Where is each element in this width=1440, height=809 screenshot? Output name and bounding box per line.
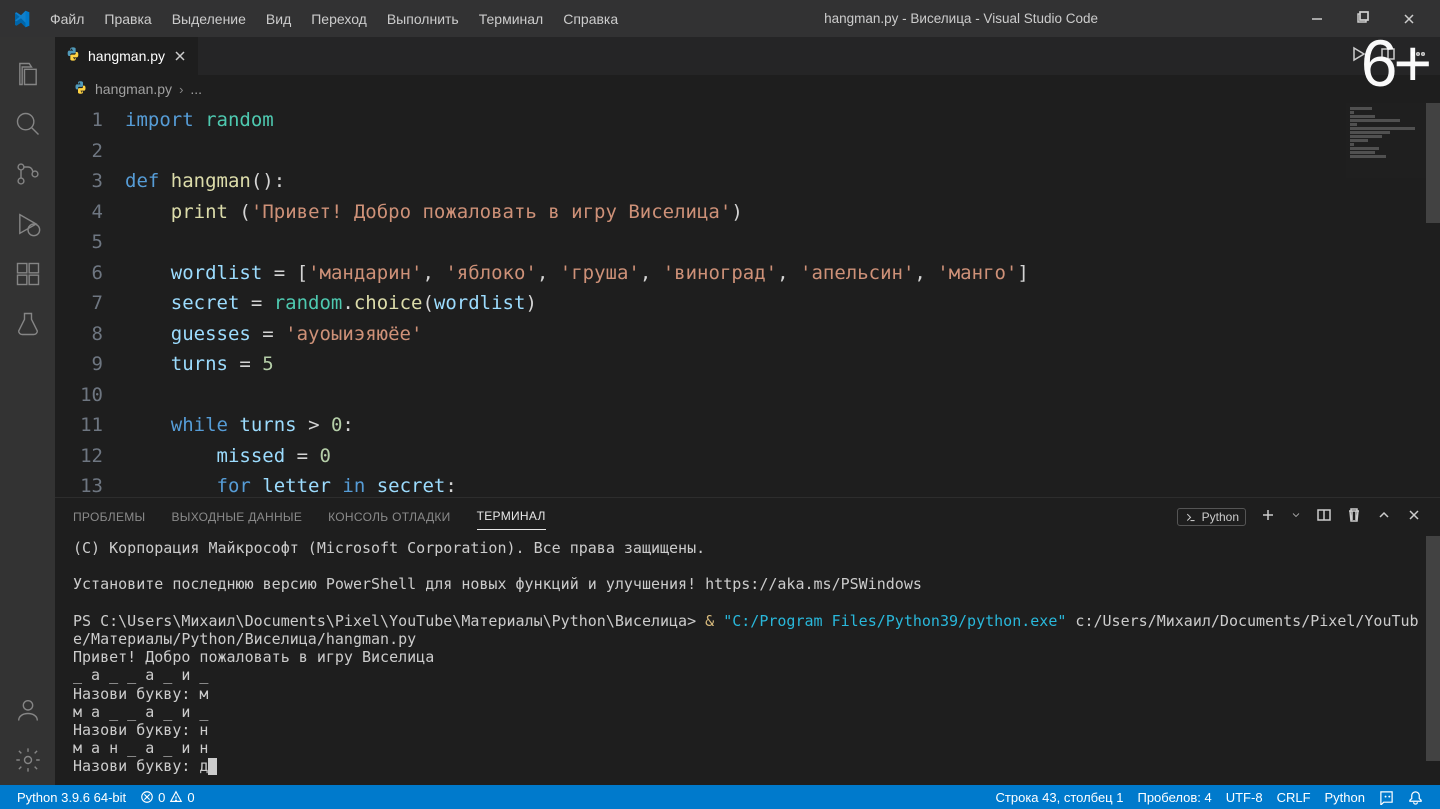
menu-selection[interactable]: Выделение [162, 5, 256, 33]
status-encoding[interactable]: UTF-8 [1219, 790, 1270, 805]
terminal-dropdown-button[interactable] [1290, 509, 1302, 524]
terminal-output[interactable]: (C) Корпорация Майкрософт (Microsoft Cor… [55, 535, 1440, 785]
menu-edit[interactable]: Правка [94, 5, 161, 33]
status-python-version[interactable]: Python 3.9.6 64-bit [10, 790, 133, 805]
extensions-icon[interactable] [3, 249, 53, 299]
close-button[interactable] [1386, 0, 1432, 37]
settings-icon[interactable] [3, 735, 53, 785]
tab-label: hangman.py [88, 48, 165, 64]
window-controls [1294, 0, 1432, 37]
titlebar: Файл Правка Выделение Вид Переход Выполн… [0, 0, 1440, 37]
activity-bar [0, 37, 55, 785]
more-actions-button[interactable] [1410, 46, 1426, 67]
panel-tab-output[interactable]: ВЫХОДНЫЕ ДАННЫЕ [171, 504, 302, 530]
testing-icon[interactable] [3, 299, 53, 349]
tab-close-button[interactable] [172, 48, 188, 64]
minimize-button[interactable] [1294, 0, 1340, 37]
menu-help[interactable]: Справка [553, 5, 628, 33]
tab-hangman[interactable]: hangman.py [55, 37, 198, 75]
panel-tab-debug-console[interactable]: КОНСОЛЬ ОТЛАДКИ [328, 504, 450, 530]
python-file-icon [73, 80, 88, 98]
maximize-icon [1355, 11, 1371, 27]
explorer-icon[interactable] [3, 49, 53, 99]
minimize-icon [1309, 11, 1325, 27]
maximize-button[interactable] [1340, 0, 1386, 37]
close-panel-button[interactable] [1406, 507, 1422, 526]
menu-run[interactable]: Выполнить [377, 5, 469, 33]
breadcrumb-file: hangman.py [95, 81, 172, 97]
status-feedback-button[interactable] [1372, 790, 1401, 805]
status-bar: Python 3.9.6 64-bit 0 0 Строка 43, столб… [0, 785, 1440, 809]
chevron-right-icon: › [179, 82, 183, 97]
bottom-panel: ПРОБЛЕМЫ ВЫХОДНЫЕ ДАННЫЕ КОНСОЛЬ ОТЛАДКИ… [55, 497, 1440, 785]
vscode-logo-icon [12, 10, 30, 28]
maximize-panel-button[interactable] [1376, 507, 1392, 526]
status-indentation[interactable]: Пробелов: 4 [1130, 790, 1218, 805]
terminal-type-selector[interactable]: Python [1177, 508, 1246, 526]
menu-go[interactable]: Переход [301, 5, 377, 33]
menu-bar: Файл Правка Выделение Вид Переход Выполн… [40, 5, 628, 33]
status-cursor-position[interactable]: Строка 43, столбец 1 [989, 790, 1131, 805]
minimap[interactable] [1346, 103, 1426, 178]
breadcrumb[interactable]: hangman.py › ... [55, 75, 1440, 103]
close-icon [1401, 11, 1417, 27]
panel-tab-problems[interactable]: ПРОБЛЕМЫ [73, 504, 145, 530]
menu-terminal[interactable]: Терминал [469, 5, 553, 33]
new-terminal-button[interactable] [1260, 507, 1276, 526]
python-file-icon [65, 46, 81, 65]
menu-view[interactable]: Вид [256, 5, 301, 33]
split-terminal-button[interactable] [1316, 507, 1332, 526]
split-editor-button[interactable] [1380, 46, 1396, 67]
status-eol[interactable]: CRLF [1270, 790, 1318, 805]
status-notifications-button[interactable] [1401, 790, 1430, 805]
accounts-icon[interactable] [3, 685, 53, 735]
run-debug-icon[interactable] [3, 199, 53, 249]
terminal-scrollbar[interactable] [1426, 511, 1440, 761]
status-language[interactable]: Python [1318, 790, 1372, 805]
menu-file[interactable]: Файл [40, 5, 94, 33]
code-editor[interactable]: 12345678910111213 import randomdef hangm… [55, 103, 1440, 497]
panel-tab-terminal[interactable]: ТЕРМИНАЛ [477, 503, 546, 530]
editor-scrollbar[interactable] [1426, 103, 1440, 536]
run-file-button[interactable] [1350, 46, 1366, 67]
close-icon [172, 48, 188, 64]
search-icon[interactable] [3, 99, 53, 149]
breadcrumb-symbol: ... [190, 81, 202, 97]
window-title: hangman.py - Виселица - Visual Studio Co… [628, 11, 1294, 26]
line-gutter: 12345678910111213 [55, 103, 125, 497]
status-problems[interactable]: 0 0 [133, 790, 201, 805]
code-content[interactable]: import randomdef hangman(): print ('Прив… [125, 103, 1440, 497]
kill-terminal-button[interactable] [1346, 507, 1362, 526]
source-control-icon[interactable] [3, 149, 53, 199]
editor-tabs: hangman.py [55, 37, 1440, 75]
